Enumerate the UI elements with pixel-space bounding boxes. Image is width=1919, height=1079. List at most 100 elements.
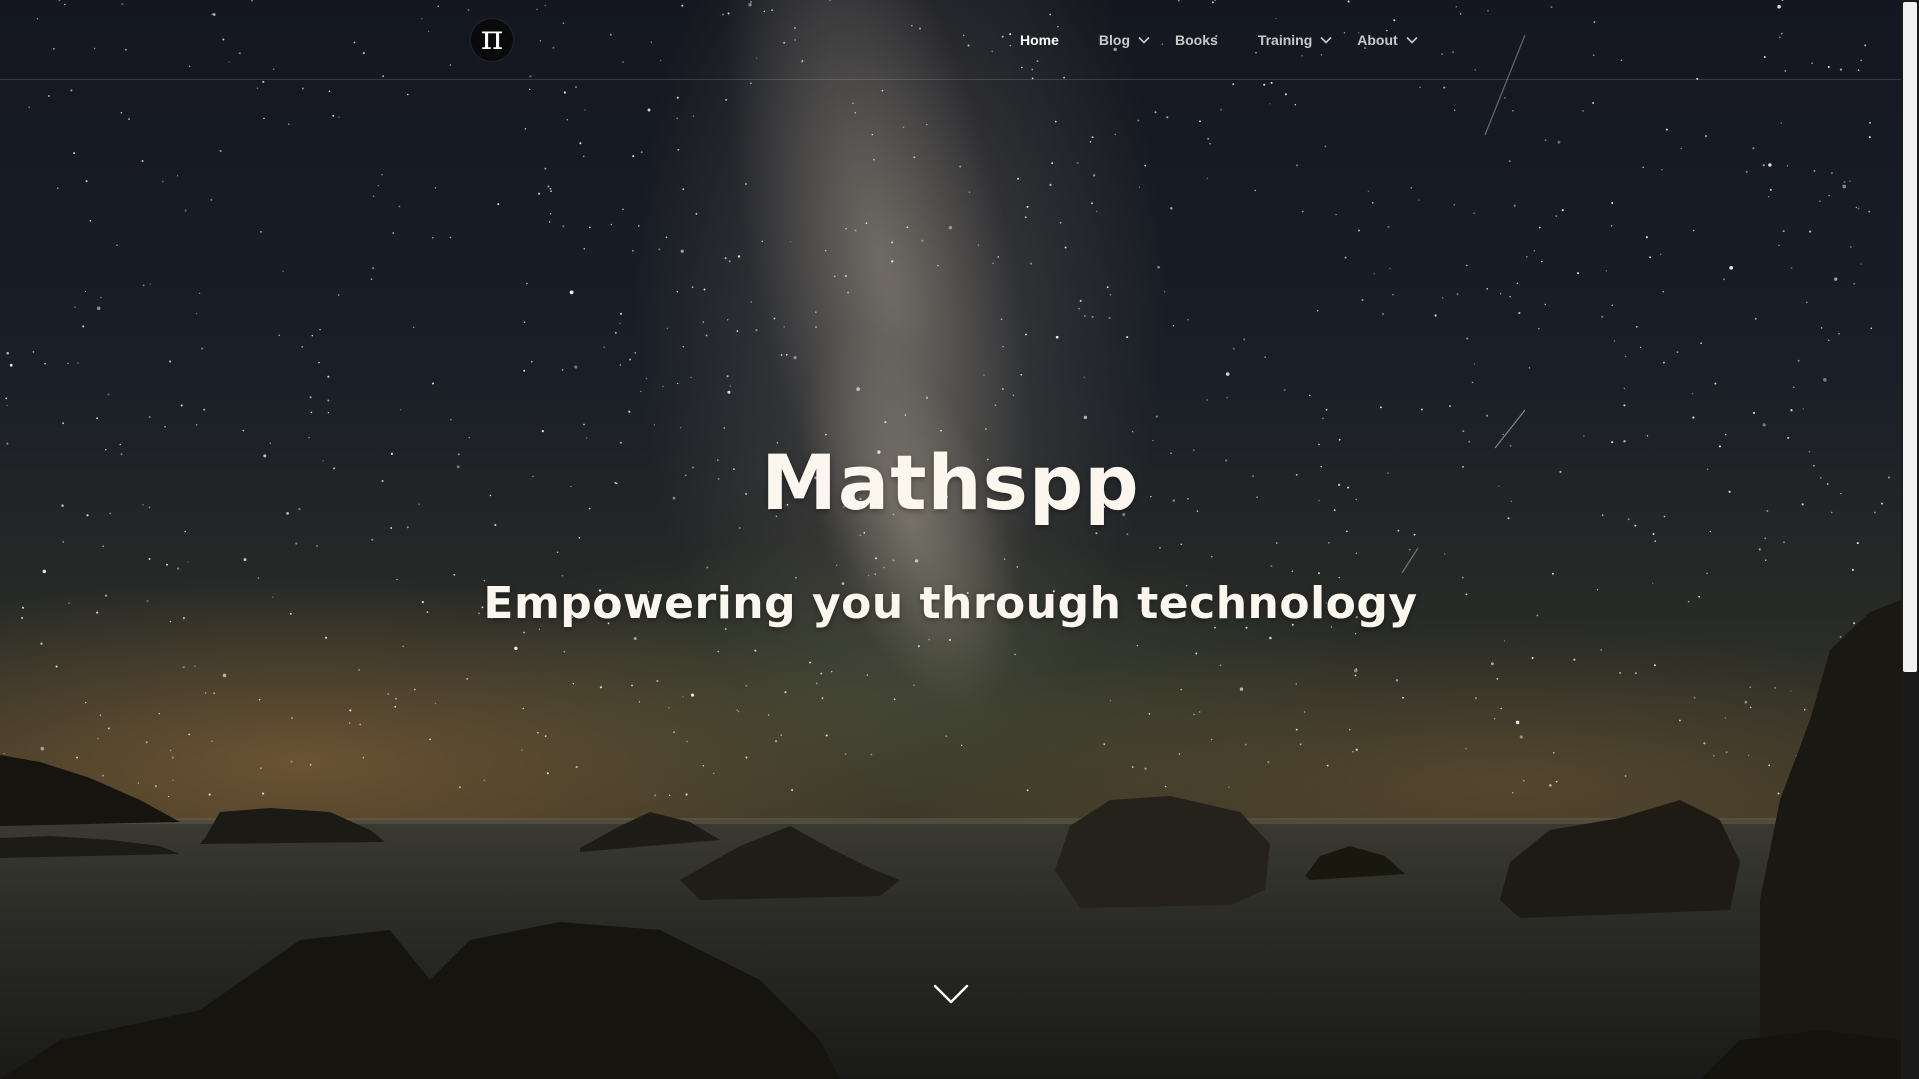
star [1178, 753, 1181, 755]
star [42, 569, 47, 574]
star [164, 425, 166, 428]
star [1353, 668, 1358, 673]
star [258, 698, 261, 701]
star [1180, 688, 1183, 691]
star [387, 693, 390, 695]
star [821, 697, 824, 699]
nav-item-about[interactable]: About [1357, 32, 1418, 48]
star [1533, 250, 1535, 252]
scrollbar-thumb[interactable] [1903, 2, 1917, 672]
star [1055, 335, 1059, 339]
star [1561, 209, 1564, 212]
star [1724, 717, 1727, 719]
star [1519, 735, 1523, 739]
star [925, 396, 929, 399]
star [1851, 568, 1854, 571]
nav-item-books[interactable]: Books [1175, 32, 1218, 48]
star [195, 424, 198, 426]
star [690, 693, 695, 697]
star [1083, 415, 1088, 420]
star [73, 152, 76, 155]
star [1856, 542, 1859, 545]
star [1782, 230, 1785, 233]
star [204, 692, 207, 694]
star [574, 85, 578, 89]
star [1797, 359, 1800, 362]
star [948, 225, 953, 230]
star [830, 670, 833, 673]
star [1767, 196, 1770, 198]
star [1646, 435, 1649, 437]
star [1619, 671, 1622, 674]
star [1395, 679, 1399, 682]
star [1163, 290, 1166, 293]
star [187, 561, 189, 563]
star [1752, 147, 1755, 150]
star [1583, 435, 1585, 437]
star [640, 390, 642, 393]
nav-item-home[interactable]: Home [1020, 32, 1059, 48]
star [647, 108, 651, 112]
nav-item-training[interactable]: Training [1258, 32, 1332, 48]
star [1639, 346, 1642, 349]
star [6, 351, 9, 355]
star [1706, 572, 1708, 575]
chevron-down-icon[interactable] [933, 983, 969, 1005]
star [466, 678, 468, 680]
star [1691, 392, 1694, 395]
star [815, 682, 818, 685]
star [1207, 137, 1210, 140]
star [523, 321, 526, 324]
star [691, 286, 694, 288]
star [1291, 570, 1293, 572]
star [1842, 184, 1847, 189]
star [522, 707, 524, 710]
star [1195, 652, 1198, 655]
star [1154, 111, 1157, 114]
star [107, 727, 110, 730]
star [44, 362, 46, 365]
star [337, 294, 340, 296]
star [549, 221, 551, 223]
star [1014, 653, 1016, 656]
star [203, 408, 206, 411]
star [1809, 230, 1812, 233]
star [524, 127, 527, 130]
star [836, 564, 838, 566]
star [1180, 543, 1183, 546]
star [1049, 183, 1052, 186]
star [1335, 213, 1337, 216]
star [1870, 327, 1873, 330]
star [1294, 104, 1296, 106]
star [48, 95, 50, 97]
star [959, 165, 962, 168]
star [1802, 408, 1804, 410]
star [1131, 766, 1134, 768]
star [62, 541, 64, 543]
star [913, 684, 915, 687]
star [645, 377, 648, 380]
star [1768, 163, 1772, 167]
star [640, 151, 643, 154]
star [1635, 325, 1638, 328]
star [706, 566, 709, 569]
star [1729, 265, 1734, 270]
star [638, 701, 641, 703]
star [1108, 316, 1111, 320]
star [309, 396, 312, 399]
star [1749, 686, 1751, 688]
star [541, 430, 544, 433]
star [1126, 336, 1129, 339]
star [96, 306, 101, 311]
star [1665, 128, 1668, 131]
star [1473, 212, 1475, 214]
star [702, 321, 705, 323]
star [483, 779, 486, 782]
site-logo[interactable]: π [471, 18, 513, 61]
nav-item-blog[interactable]: Blog [1099, 32, 1150, 48]
star [1024, 216, 1027, 219]
star [1456, 293, 1459, 296]
star [67, 362, 69, 365]
star [549, 187, 552, 190]
star [1449, 405, 1451, 408]
